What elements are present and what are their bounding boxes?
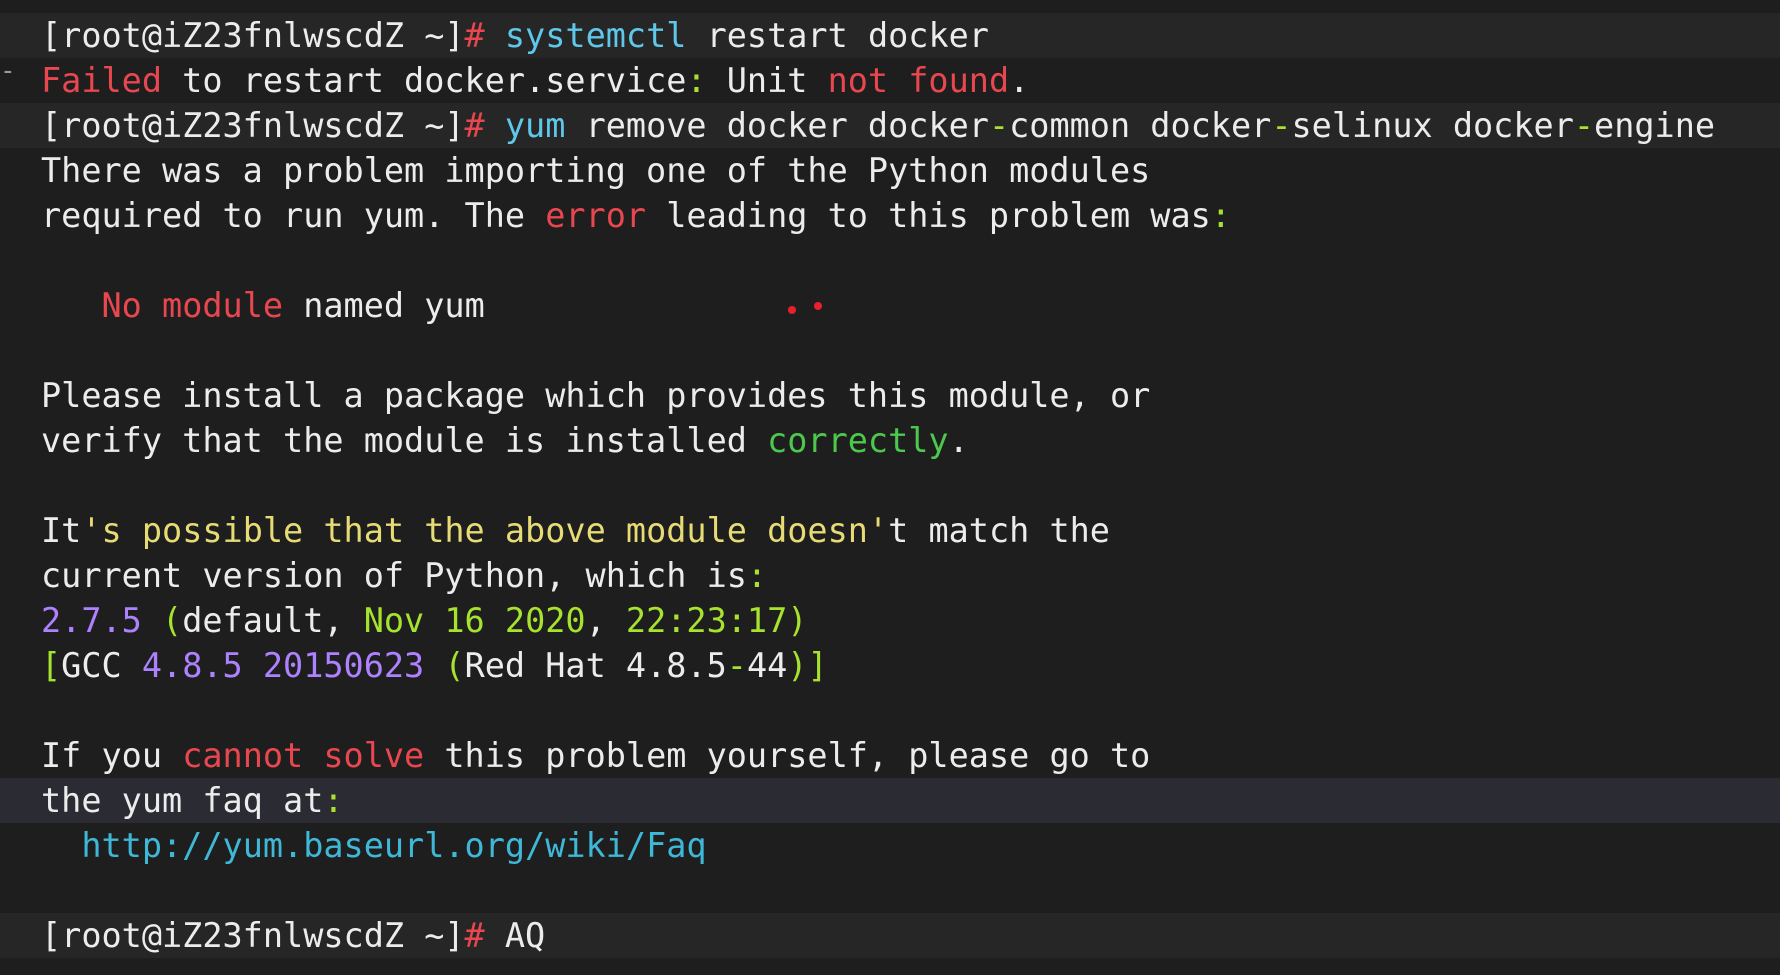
- error-keyword: error: [545, 196, 647, 235]
- command-name: yum: [504, 106, 566, 145]
- prompt: [root@iZ23fnlwscdZ ~]: [41, 16, 465, 55]
- terminal-line: [GCC 4.8.5 20150623 (Red Hat 4.8.5-44)]: [41, 646, 828, 685]
- terminal-line-empty: [0, 238, 1780, 283]
- prompt: [root@iZ23fnlwscdZ ~]: [41, 106, 465, 145]
- terminal-line: required to run yum. The error leading t…: [41, 196, 1231, 235]
- prompt-hash: #: [464, 916, 485, 955]
- terminal-output[interactable]: [root@iZ23fnlwscdZ ~]# systemctl restart…: [0, 13, 1780, 958]
- terminal-line: [root@iZ23fnlwscdZ ~]# yum remove docker…: [0, 103, 1780, 148]
- terminal-line: No module named yum: [0, 283, 1780, 328]
- command-name: AQ: [504, 916, 546, 955]
- terminal-line: 2.7.5 (default, Nov 16 2020, 22:23:17): [41, 601, 808, 640]
- prompt-hash: #: [464, 106, 485, 145]
- command-args: restart docker: [686, 16, 989, 55]
- terminal-line: It's possible that the above module does…: [41, 511, 1110, 550]
- error-keyword: Failed: [41, 61, 163, 100]
- error-keyword: not found: [827, 61, 1010, 100]
- terminal-line-empty: [0, 463, 1780, 508]
- terminal-line: Please install a package which provides …: [41, 376, 1151, 415]
- terminal-line-empty: [0, 328, 1780, 373]
- terminal-line-empty: [0, 688, 1780, 733]
- terminal-line: current version of Python, which is:: [41, 556, 768, 595]
- prompt: [root@iZ23fnlwscdZ ~]: [41, 916, 465, 955]
- terminal-line-current: the yum faq at:: [0, 778, 1780, 823]
- terminal-line: There was a problem importing one of the…: [41, 151, 1151, 190]
- faq-link[interactable]: http://yum.baseurl.org/wiki/Faq: [81, 826, 706, 865]
- prompt-hash: #: [464, 16, 485, 55]
- terminal-line: [root@iZ23fnlwscdZ ~]# systemctl restart…: [0, 13, 1780, 58]
- terminal-line: Failed to restart docker.service: Unit n…: [41, 61, 1030, 100]
- red-dot-marker: [814, 302, 822, 310]
- terminal-line-empty: [0, 868, 1780, 913]
- terminal-line: verify that the module is installed corr…: [41, 421, 969, 460]
- command-name: systemctl: [504, 16, 687, 55]
- error-keyword: cannot solve: [182, 736, 425, 775]
- error-keyword: No module: [101, 286, 284, 325]
- terminal-line: [root@iZ23fnlwscdZ ~]# AQ: [0, 913, 1780, 958]
- terminal-line: http://yum.baseurl.org/wiki/Faq: [0, 823, 1780, 868]
- red-dot-marker: [788, 306, 796, 314]
- terminal-line: If you cannot solve this problem yoursel…: [41, 736, 1151, 775]
